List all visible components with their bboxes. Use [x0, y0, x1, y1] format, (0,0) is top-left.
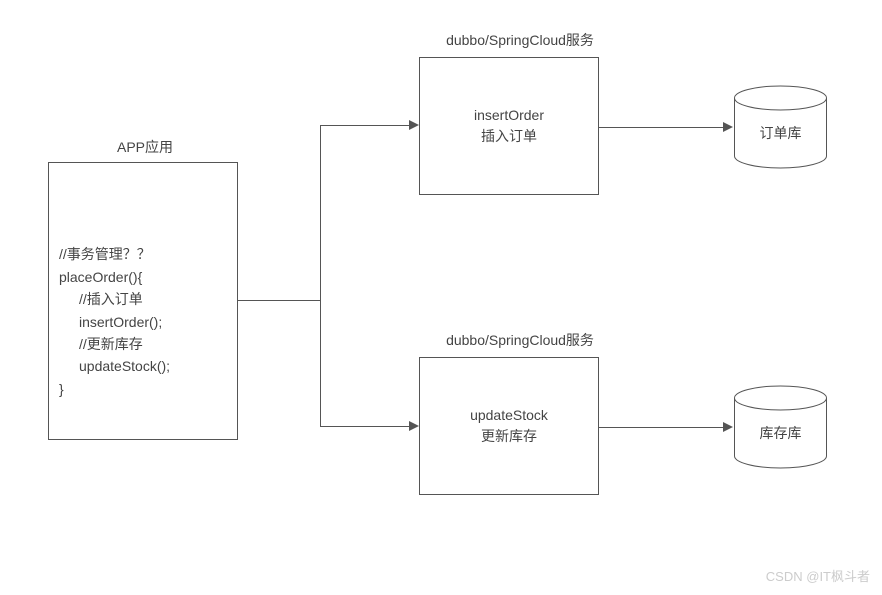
- app-code: //事务管理？？ placeOrder(){ //插入订单 insertOrde…: [49, 213, 237, 408]
- connector-s2-db2: [599, 427, 723, 428]
- connector-vsplit: [320, 125, 321, 427]
- connector-bottom-branch: [320, 426, 409, 427]
- service2-box: updateStock 更新库存: [419, 357, 599, 495]
- service1-line1: insertOrder: [474, 105, 544, 126]
- connector-top-branch: [320, 125, 409, 126]
- app-title: APP应用: [70, 137, 220, 157]
- service1-line2: 插入订单: [481, 126, 537, 147]
- service1-title: dubbo/SpringCloud服务: [420, 30, 620, 50]
- arrow-to-db1: [723, 122, 733, 132]
- connector-s1-db1: [599, 127, 723, 128]
- arrow-to-service1: [409, 120, 419, 130]
- arrow-to-service2: [409, 421, 419, 431]
- connector-trunk: [238, 300, 320, 301]
- app-box: //事务管理？？ placeOrder(){ //插入订单 insertOrde…: [48, 162, 238, 440]
- service1-box: insertOrder 插入订单: [419, 57, 599, 195]
- service2-line1: updateStock: [470, 405, 548, 426]
- service2-line2: 更新库存: [481, 426, 537, 447]
- watermark: CSDN @IT枫斗者: [766, 566, 870, 585]
- db1-label: 订单库: [733, 123, 828, 143]
- service2-title: dubbo/SpringCloud服务: [420, 330, 620, 350]
- db2-label: 库存库: [733, 423, 828, 443]
- arrow-to-db2: [723, 422, 733, 432]
